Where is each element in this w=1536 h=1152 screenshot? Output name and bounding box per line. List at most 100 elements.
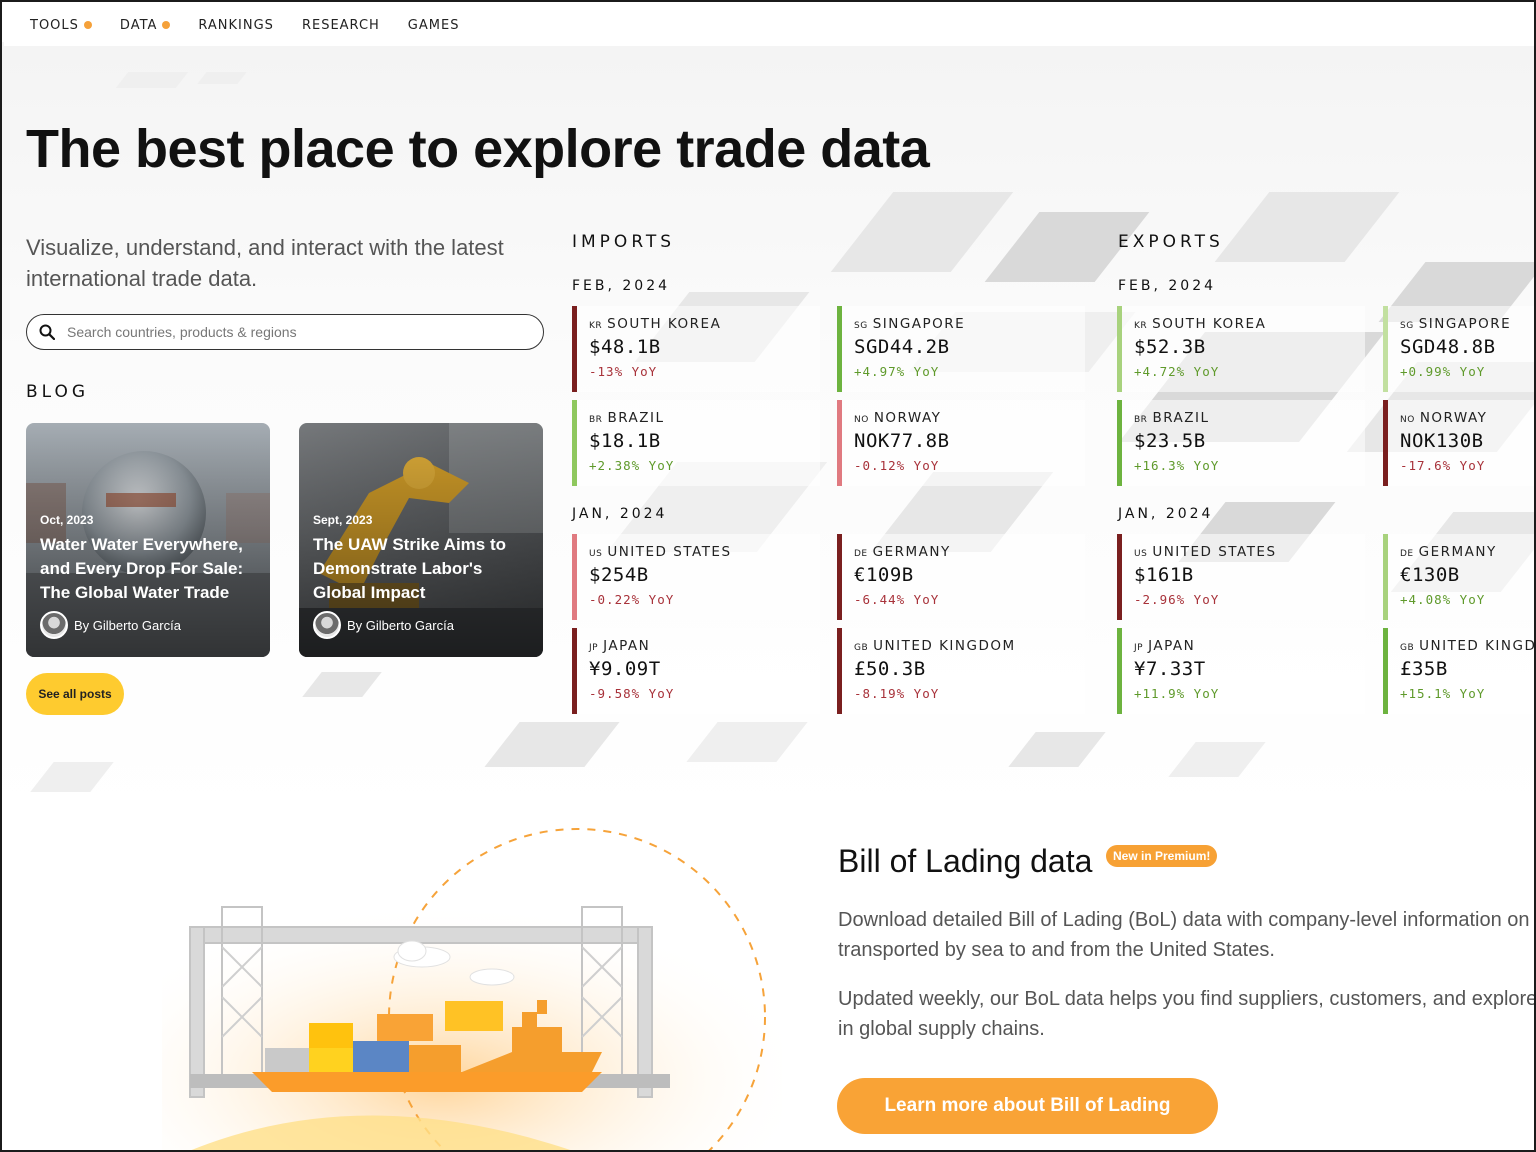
country-code: SG bbox=[854, 321, 868, 331]
stat-country: DE GERMANY bbox=[1400, 544, 1534, 560]
exports-stat-brazil[interactable]: BR BRAZIL $23.5B +16.3% YoY bbox=[1117, 400, 1365, 486]
imports-stat-germany[interactable]: DE GERMANY €109B -6.44% YoY bbox=[837, 534, 1085, 620]
nav-label: RESEARCH bbox=[301, 17, 380, 33]
stat-change: +0.99% YoY bbox=[1400, 364, 1486, 379]
stat-country: JP JAPAN bbox=[589, 638, 820, 654]
hero-subtitle: Visualize, understand, and interact with… bbox=[26, 235, 504, 291]
country-name: GERMANY bbox=[1418, 544, 1497, 560]
nav-label: DATA bbox=[119, 17, 158, 33]
stat-value: SGD48.8B bbox=[1400, 336, 1496, 358]
country-name: SOUTH KOREA bbox=[1152, 316, 1267, 332]
stat-change: -6.44% YoY bbox=[854, 592, 940, 607]
stat-change: -0.22% YoY bbox=[589, 592, 675, 607]
search-input[interactable] bbox=[67, 324, 507, 340]
country-code: DE bbox=[854, 549, 868, 559]
country-name: UNITED KINGDOM bbox=[1419, 638, 1536, 654]
exports-stat-germany[interactable]: DE GERMANY €130B +4.08% YoY bbox=[1383, 534, 1534, 620]
imports-stat-japan[interactable]: JP JAPAN ¥9.09T -9.58% YoY bbox=[572, 628, 820, 714]
exports-stat-united-states[interactable]: US UNITED STATES $161B -2.96% YoY bbox=[1117, 534, 1365, 620]
country-code: JP bbox=[589, 643, 599, 653]
imports-stat-south-korea[interactable]: KR SOUTH KOREA $48.1B -13% YoY bbox=[572, 306, 820, 392]
stat-value: $161B bbox=[1134, 564, 1194, 586]
stat-country: NO NORWAY bbox=[854, 410, 1085, 426]
blog-heading: BLOG bbox=[26, 382, 90, 402]
stat-value: ¥9.09T bbox=[589, 658, 661, 680]
imports-stat-norway[interactable]: NO NORWAY NOK77.8B -0.12% YoY bbox=[837, 400, 1085, 486]
see-all-posts-button[interactable]: See all posts bbox=[26, 673, 124, 715]
stat-country: GB UNITED KINGDOM bbox=[1400, 638, 1536, 654]
stat-change: -2.96% YoY bbox=[1134, 592, 1220, 607]
stat-value: SGD44.2B bbox=[854, 336, 950, 358]
nav-rankings[interactable]: RANKINGS bbox=[198, 18, 274, 33]
country-code: BR bbox=[1134, 415, 1148, 425]
stat-value: NOK130B bbox=[1400, 430, 1484, 452]
stat-change: -8.19% YoY bbox=[854, 686, 940, 701]
country-code: GB bbox=[854, 643, 869, 653]
imports-stat-united-kingdom[interactable]: GB UNITED KINGDOM £50.3B -8.19% YoY bbox=[837, 628, 1085, 714]
stat-country: US UNITED STATES bbox=[589, 544, 820, 560]
country-code: BR bbox=[589, 415, 603, 425]
blog-title[interactable]: Water Water Everywhere, and Every Drop F… bbox=[40, 533, 260, 605]
imports-stat-brazil[interactable]: BR BRAZIL $18.1B +2.38% YoY bbox=[572, 400, 820, 486]
nav-tools[interactable]: TOOLS bbox=[30, 18, 92, 33]
nav-label: GAMES bbox=[407, 17, 460, 33]
stat-value: $18.1B bbox=[589, 430, 661, 452]
stat-value: €130B bbox=[1400, 564, 1460, 586]
stat-value: NOK77.8B bbox=[854, 430, 950, 452]
stat-change: -17.6% YoY bbox=[1400, 458, 1486, 473]
country-name: UNITED STATES bbox=[607, 544, 732, 560]
imports-period-jan: JAN, 2024 bbox=[572, 506, 668, 522]
search-icon bbox=[39, 324, 55, 340]
top-nav: TOOLS DATA RANKINGS RESEARCH GAMES bbox=[4, 4, 1534, 46]
nav-games[interactable]: GAMES bbox=[408, 18, 460, 33]
stat-country: SG SINGAPORE bbox=[854, 316, 1085, 332]
country-name: SINGAPORE bbox=[1418, 316, 1512, 332]
notification-dot bbox=[83, 21, 92, 29]
exports-stat-japan[interactable]: JP JAPAN ¥7.33T +11.9% YoY bbox=[1117, 628, 1365, 714]
nav-data[interactable]: DATA bbox=[120, 18, 171, 33]
exports-stat-singapore[interactable]: SG SINGAPORE SGD48.8B +0.99% YoY bbox=[1383, 306, 1534, 392]
blog-card-uaw[interactable]: Sept, 2023 The UAW Strike Aims to Demons… bbox=[299, 423, 543, 657]
stat-change: -9.58% YoY bbox=[589, 686, 675, 701]
stat-value: $52.3B bbox=[1134, 336, 1206, 358]
search-box[interactable] bbox=[26, 314, 544, 350]
exports-stat-south-korea[interactable]: KR SOUTH KOREA $52.3B +4.72% YoY bbox=[1117, 306, 1365, 392]
country-code: US bbox=[589, 549, 603, 559]
shipping-illustration bbox=[162, 828, 782, 1150]
stat-value: $23.5B bbox=[1134, 430, 1206, 452]
blog-card-water[interactable]: Oct, 2023 Water Water Everywhere, and Ev… bbox=[26, 423, 270, 657]
stat-country: KR SOUTH KOREA bbox=[589, 316, 820, 332]
page-title: The best place to explore trade data bbox=[26, 119, 930, 179]
blog-title[interactable]: The UAW Strike Aims to Demonstrate Labor… bbox=[313, 533, 533, 605]
avatar bbox=[40, 611, 68, 639]
imports-stat-singapore[interactable]: SG SINGAPORE SGD44.2B +4.97% YoY bbox=[837, 306, 1085, 392]
country-name: SINGAPORE bbox=[872, 316, 966, 332]
country-name: JAPAN bbox=[1148, 638, 1196, 654]
country-code: DE bbox=[1400, 549, 1414, 559]
stat-change: +11.9% YoY bbox=[1134, 686, 1220, 701]
imports-stat-united-states[interactable]: US UNITED STATES $254B -0.22% YoY bbox=[572, 534, 820, 620]
nav-label: RANKINGS bbox=[198, 17, 274, 33]
exports-period-jan: JAN, 2024 bbox=[1118, 506, 1214, 522]
learn-more-bol-button[interactable]: Learn more about Bill of Lading bbox=[837, 1078, 1218, 1134]
country-code: JP bbox=[1134, 643, 1144, 653]
stat-country: DE GERMANY bbox=[854, 544, 1085, 560]
stat-change: +15.1% YoY bbox=[1400, 686, 1486, 701]
stat-country: NO NORWAY bbox=[1400, 410, 1534, 426]
stat-value: ¥7.33T bbox=[1134, 658, 1206, 680]
country-name: GERMANY bbox=[872, 544, 951, 560]
exports-stat-norway[interactable]: NO NORWAY NOK130B -17.6% YoY bbox=[1383, 400, 1534, 486]
blog-date: Oct, 2023 bbox=[40, 513, 94, 527]
exports-stat-united-kingdom[interactable]: GB UNITED KINGDOM £35B +15.1% YoY bbox=[1383, 628, 1536, 714]
country-code: SG bbox=[1400, 321, 1414, 331]
stat-change: +2.38% YoY bbox=[589, 458, 675, 473]
stat-value: £50.3B bbox=[854, 658, 926, 680]
country-name: NORWAY bbox=[873, 410, 942, 426]
country-code: NO bbox=[854, 415, 869, 425]
country-name: SOUTH KOREA bbox=[607, 316, 722, 332]
nav-label: TOOLS bbox=[30, 17, 79, 33]
nav-research[interactable]: RESEARCH bbox=[302, 18, 380, 33]
stat-change: -13% YoY bbox=[589, 364, 658, 379]
country-name: UNITED STATES bbox=[1152, 544, 1277, 560]
stat-change: +4.72% YoY bbox=[1134, 364, 1220, 379]
